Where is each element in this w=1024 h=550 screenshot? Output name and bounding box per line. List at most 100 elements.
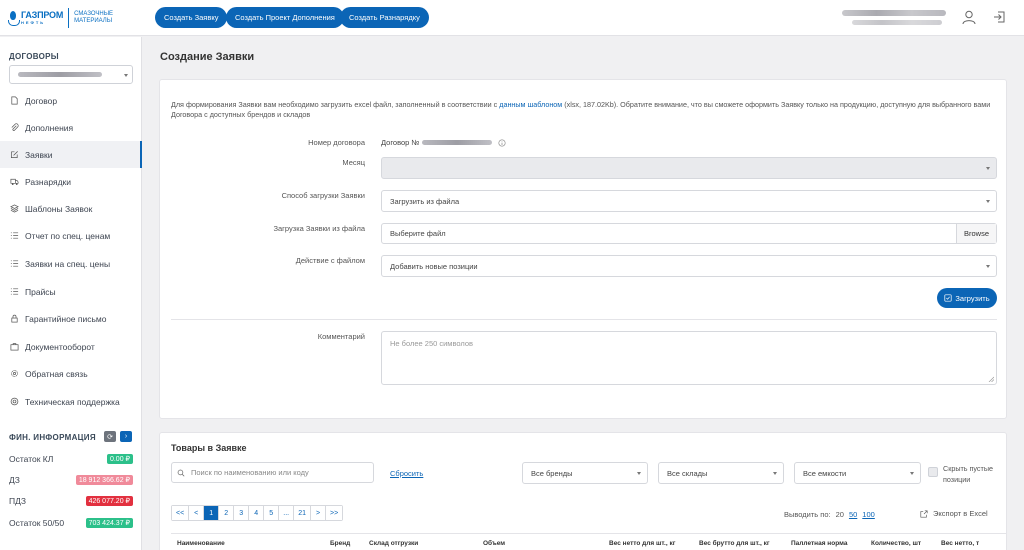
form-divider (171, 319, 997, 320)
per-page-100[interactable]: 100 (862, 510, 875, 519)
browse-button[interactable]: Browse (955, 224, 996, 243)
fin-row-receivables: ДЗ 18 912 366.62 ₽ (9, 474, 133, 486)
column-header-name[interactable]: Наименование (177, 540, 225, 547)
sidebar-item-contract[interactable]: Договор (0, 87, 142, 114)
fin-row-overdue-receivables: ПДЗ 426 077.20 ₽ (9, 495, 133, 507)
fin-row-balance-50-50: Остаток 50/50 703 424.37 ₽ (9, 517, 133, 529)
chevron-down-icon (773, 472, 777, 475)
month-select[interactable] (381, 157, 997, 179)
logout-icon[interactable] (992, 9, 1008, 25)
fin-info-section-title: ФИН. ИНФОРМАЦИЯ (9, 433, 96, 442)
file-action-label: Действие с файлом (295, 256, 365, 265)
info-text: Для формирования Заявки вам необходимо з… (171, 100, 991, 119)
page-title: Создание Заявки (160, 51, 255, 63)
page-1-button[interactable]: 1 (204, 506, 220, 520)
fin-badge: 0.00 ₽ (106, 454, 133, 464)
reset-filters-link[interactable]: Сбросить (390, 469, 423, 478)
logo-brand: ГАЗПРОМ (21, 10, 64, 20)
file-action-select[interactable]: Добавить новые позиции (381, 255, 997, 277)
layers-icon (10, 204, 19, 213)
sidebar-item-requests[interactable]: Заявки (0, 141, 142, 168)
page-ellipsis: ... (279, 506, 295, 520)
gear-icon (11, 370, 18, 377)
refresh-icon[interactable]: ⟳ (104, 431, 116, 442)
page-first-button[interactable]: << (172, 506, 190, 520)
contracts-section-title: ДОГОВОРЫ (9, 52, 59, 61)
sidebar-item-tech-support[interactable]: Техническая поддержка (0, 388, 142, 415)
chevron-down-icon (637, 472, 641, 475)
fin-badge: 18 912 366.62 ₽ (75, 475, 133, 485)
warehouse-filter-select[interactable]: Все склады (658, 462, 784, 484)
contract-number-value: Договор № (381, 138, 506, 147)
info-icon[interactable] (498, 138, 506, 147)
page-2-button[interactable]: 2 (219, 506, 235, 520)
export-excel-button[interactable]: Экспорт в Excel (920, 509, 988, 518)
fin-badge: 703 424.37 ₽ (85, 518, 133, 528)
column-header-warehouse[interactable]: Склад отгрузки (369, 540, 418, 547)
top-bar: ГАЗПРОМ НЕФТЬ СМАЗОЧНЫЕ МАТЕРИАЛЫ Создат… (0, 0, 1024, 36)
logo[interactable]: ГАЗПРОМ НЕФТЬ СМАЗОЧНЫЕ МАТЕРИАЛЫ (8, 6, 114, 30)
sidebar-item-request-templates[interactable]: Шаблоны Заявок (0, 195, 142, 222)
chevron-right-icon[interactable]: › (120, 431, 132, 442)
page-prev-button[interactable]: < (189, 506, 205, 520)
search-icon (177, 469, 185, 476)
upload-method-select[interactable]: Загрузить из файла (381, 190, 997, 212)
upload-method-label: Способ загрузки Заявки (281, 191, 365, 200)
sidebar-item-document-flow[interactable]: Документооборот (0, 333, 142, 360)
hide-empty-checkbox[interactable] (928, 467, 938, 477)
sidebar-item-feedback[interactable]: Обратная связь (0, 360, 142, 387)
sidebar-item-addenda[interactable]: Дополнения (0, 114, 142, 141)
page-next-button[interactable]: > (310, 506, 326, 520)
month-label: Месяц (342, 158, 365, 167)
column-header-pallet-norm[interactable]: Паллетная норма (791, 540, 847, 547)
sidebar-item-special-price-requests[interactable]: Заявки на спец. цены (0, 250, 142, 277)
per-page-20[interactable]: 20 (836, 510, 844, 519)
template-link[interactable]: данным шаблоном (499, 100, 562, 109)
file-input[interactable]: Выберите файл Browse (381, 223, 997, 244)
page-21-button[interactable]: 21 (294, 506, 311, 520)
flame-icon (8, 11, 20, 26)
sidebar-item-special-prices-report[interactable]: Отчет по спец. ценам (0, 222, 142, 249)
list-icon (10, 232, 19, 239)
upload-button[interactable]: Загрузить (937, 288, 997, 308)
page-3-button[interactable]: 3 (234, 506, 250, 520)
brand-filter-select[interactable]: Все бренды (522, 462, 648, 484)
product-search-input[interactable]: Поиск по наименованию или коду (171, 462, 374, 483)
user-icon[interactable] (961, 9, 977, 25)
sidebar-item-price-lists[interactable]: Прайсы (0, 278, 142, 305)
hide-empty-label: Скрыть пустые позиции (943, 464, 993, 484)
column-header-net-weight-unit[interactable]: Вес нетто для шт., кг (609, 540, 675, 547)
export-icon (920, 509, 928, 518)
edit-icon (10, 151, 18, 159)
resize-handle-icon[interactable] (988, 376, 994, 382)
chevron-down-icon (124, 74, 128, 77)
create-addendum-button[interactable]: Создать Проект Дополнения (226, 7, 344, 28)
contract-number-label: Номер договора (308, 138, 365, 147)
page-5-button[interactable]: 5 (264, 506, 280, 520)
column-header-volume[interactable]: Объем (483, 540, 505, 547)
capacity-filter-select[interactable]: Все емкости (794, 462, 921, 484)
user-company-redacted (852, 20, 942, 25)
per-page-50[interactable]: 50 (849, 510, 857, 519)
page-last-button[interactable]: >> (325, 506, 343, 520)
list-icon (10, 288, 19, 295)
column-header-brand[interactable]: Бренд (330, 540, 350, 547)
comment-textarea[interactable]: Не более 250 символов (381, 331, 997, 385)
contract-select[interactable] (9, 65, 133, 84)
create-allocation-button[interactable]: Создать Разнарядку (340, 7, 429, 28)
sidebar-item-guarantee-letter[interactable]: Гарантийное письмо (0, 305, 142, 332)
sidebar: ДОГОВОРЫ Договор Дополнения Заявки Разна… (0, 37, 142, 550)
user-name-redacted (842, 10, 946, 16)
file-upload-label: Загрузка Заявки из файла (273, 224, 365, 233)
sidebar-item-allocations[interactable]: Разнарядки (0, 168, 142, 195)
column-header-gross-weight-unit[interactable]: Вес брутто для шт., кг (699, 540, 770, 547)
briefcase-icon (10, 343, 19, 351)
column-header-quantity[interactable]: Количество, шт (871, 540, 921, 547)
column-header-net-weight-total[interactable]: Вес нетто, т (941, 540, 979, 547)
products-title: Товары в Заявке (171, 443, 247, 453)
truck-icon (10, 178, 19, 186)
page-4-button[interactable]: 4 (249, 506, 265, 520)
create-request-button[interactable]: Создать Заявку (155, 7, 228, 28)
contract-value-redacted (18, 72, 102, 77)
chevron-down-icon (910, 472, 914, 475)
